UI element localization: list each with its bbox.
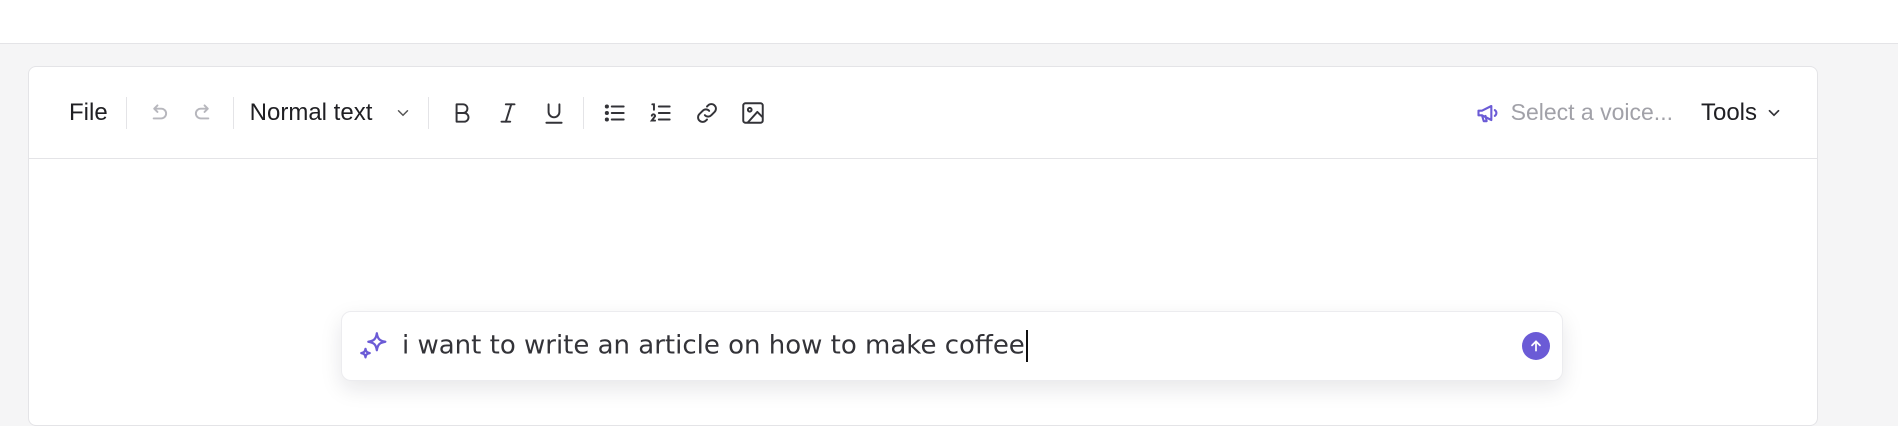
file-menu-button[interactable]: File bbox=[61, 93, 116, 133]
toolbar-divider bbox=[428, 96, 430, 129]
underline-icon bbox=[545, 102, 563, 124]
top-bar bbox=[0, 0, 1898, 44]
bold-button[interactable] bbox=[439, 93, 485, 133]
link-icon bbox=[697, 102, 718, 123]
editor-toolbar: File Normal text Select a voice... Tools bbox=[29, 67, 1817, 159]
toolbar-divider bbox=[583, 96, 585, 129]
toolbar-divider bbox=[232, 96, 234, 129]
chevron-down-icon bbox=[1768, 109, 1780, 116]
bold-icon bbox=[455, 102, 470, 123]
numbered-list-icon bbox=[650, 102, 672, 122]
prompt-value: i want to write an article on how to mak… bbox=[402, 330, 1025, 361]
megaphone-icon bbox=[1477, 104, 1497, 122]
ai-prompt-input[interactable]: i want to write an article on how to mak… bbox=[341, 311, 1563, 381]
redo-button[interactable] bbox=[181, 93, 227, 133]
file-menu-label: File bbox=[69, 98, 108, 126]
send-button[interactable] bbox=[1522, 332, 1550, 360]
redo-icon bbox=[194, 103, 209, 119]
text-caret bbox=[1025, 330, 1028, 362]
italic-button[interactable] bbox=[485, 93, 531, 133]
italic-icon bbox=[500, 102, 516, 123]
editor-card: File Normal text Select a voice... Tools… bbox=[28, 66, 1818, 426]
bullet-list-button[interactable] bbox=[592, 93, 638, 133]
underline-button[interactable] bbox=[531, 93, 577, 133]
undo-icon bbox=[152, 103, 167, 119]
numbered-list-button[interactable] bbox=[638, 93, 684, 133]
arrow-up-icon bbox=[1531, 340, 1541, 352]
chevron-down-icon bbox=[398, 109, 409, 116]
prompt-text: i want to write an article on how to mak… bbox=[402, 330, 1028, 362]
tools-label: Tools bbox=[1700, 98, 1757, 126]
tools-menu-button[interactable]: Tools bbox=[1701, 93, 1783, 133]
image-icon bbox=[742, 101, 765, 124]
bullet-list-icon bbox=[605, 103, 626, 122]
voice-select[interactable]: Select a voice... bbox=[1475, 93, 1673, 133]
toolbar-right-group: Select a voice... Tools bbox=[1475, 93, 1817, 133]
image-button[interactable] bbox=[730, 93, 776, 133]
toolbar-divider bbox=[125, 96, 127, 129]
undo-button[interactable] bbox=[135, 93, 181, 133]
text-style-label: Normal text bbox=[249, 98, 373, 126]
sparkle-icon bbox=[356, 328, 392, 364]
link-button[interactable] bbox=[684, 93, 730, 133]
voice-placeholder: Select a voice... bbox=[1510, 99, 1673, 125]
text-style-select[interactable]: Normal text bbox=[250, 93, 413, 133]
